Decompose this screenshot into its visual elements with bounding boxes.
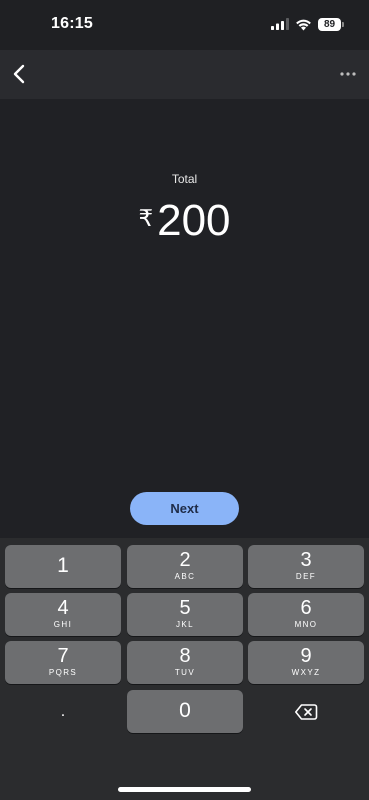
- key-digit: 1: [57, 554, 69, 577]
- battery-level: 89: [323, 18, 336, 30]
- key-digit: 8: [179, 645, 191, 667]
- key-digit: 0: [179, 699, 191, 722]
- key-digit: 6: [300, 597, 312, 619]
- back-button[interactable]: [8, 62, 32, 86]
- currency-symbol: ₹: [138, 204, 154, 231]
- more-options-button[interactable]: [337, 63, 359, 85]
- chevron-left-icon: [13, 64, 25, 84]
- key-letters: JKL: [176, 620, 194, 629]
- cellular-signal-icon: [271, 18, 289, 30]
- key-3[interactable]: 3 DEF: [248, 545, 364, 588]
- battery-icon: 89: [318, 17, 344, 31]
- key-8[interactable]: 8 TUV: [127, 641, 243, 684]
- wifi-icon: [296, 19, 311, 30]
- amount-display: ₹ 200: [0, 196, 369, 246]
- key-digit: 5: [179, 597, 191, 619]
- key-digit: 3: [300, 549, 312, 571]
- key-digit: 7: [57, 645, 69, 667]
- status-icons: 89: [271, 16, 344, 32]
- home-indicator[interactable]: [118, 787, 251, 792]
- key-4[interactable]: 4 GHI: [5, 593, 121, 636]
- key-2[interactable]: 2 ABC: [127, 545, 243, 588]
- key-digit: 4: [57, 597, 69, 619]
- key-digit: 9: [300, 645, 312, 667]
- key-0[interactable]: 0: [127, 690, 243, 733]
- key-letters: WXYZ: [291, 668, 321, 677]
- backspace-key[interactable]: [248, 690, 364, 733]
- key-1[interactable]: 1: [5, 545, 121, 588]
- key-digit: 2: [179, 549, 191, 571]
- amount-value[interactable]: 200: [157, 196, 230, 246]
- key-letters: ABC: [174, 572, 196, 581]
- key-letters: DEF: [295, 572, 317, 581]
- key-letters: MNO: [294, 620, 318, 629]
- key-6[interactable]: 6 MNO: [248, 593, 364, 636]
- more-horizontal-icon: [340, 72, 356, 76]
- backspace-icon: [295, 703, 318, 720]
- status-bar: 16:15 89: [0, 0, 369, 50]
- key-decimal[interactable]: .: [5, 690, 121, 733]
- key-letters: GHI: [53, 620, 73, 629]
- next-button[interactable]: Next: [130, 492, 239, 525]
- key-letters: TUV: [174, 668, 196, 677]
- key-7[interactable]: 7 PQRS: [5, 641, 121, 684]
- key-5[interactable]: 5 JKL: [127, 593, 243, 636]
- key-9[interactable]: 9 WXYZ: [248, 641, 364, 684]
- status-time: 16:15: [51, 15, 93, 32]
- key-letters: PQRS: [48, 668, 78, 677]
- total-label: Total: [171, 172, 198, 186]
- top-app-bar: [0, 50, 369, 99]
- payment-amount-screen: 16:15 89 Total ₹ 200 Next 1 2 ABC 3 DEF …: [0, 0, 369, 800]
